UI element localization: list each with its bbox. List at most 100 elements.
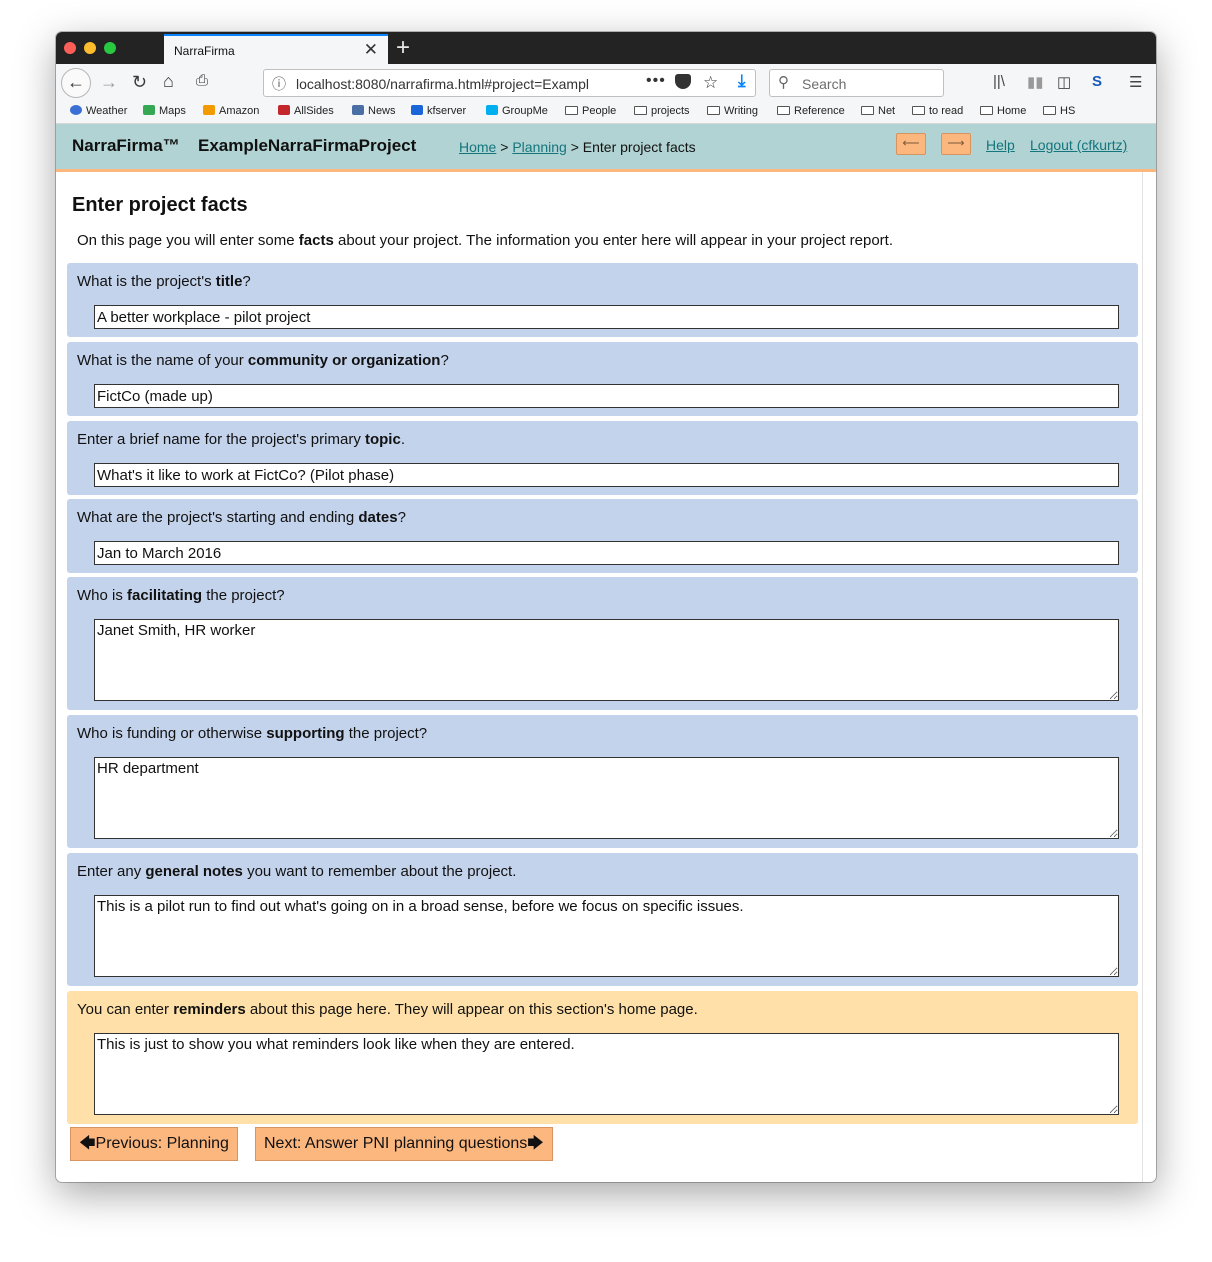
folder-icon: [707, 106, 720, 115]
bookmark-groupme[interactable]: GroupMe: [486, 105, 548, 117]
left-arrow-icon: ⟵: [902, 136, 920, 150]
search-bar[interactable]: ⚲ Search: [769, 69, 944, 97]
browser-tab[interactable]: NarraFirma ✕: [164, 34, 388, 64]
folder-icon: [634, 106, 647, 115]
bookmark-allsides[interactable]: AllSides: [278, 105, 334, 117]
main-content: Enter project facts On this page you wil…: [56, 172, 1156, 1182]
facilitator-textarea[interactable]: Janet Smith, HR worker: [94, 619, 1119, 701]
folder-icon: [861, 106, 874, 115]
close-tab-icon[interactable]: ✕: [364, 40, 378, 60]
right-arrow-icon: ⟶: [947, 136, 965, 150]
breadcrumb-separator: >: [570, 139, 579, 155]
page-title: Enter project facts: [72, 194, 248, 216]
bookmark-label: News: [368, 105, 396, 117]
question-label: Enter a brief name for the project's pri…: [77, 431, 405, 448]
bookmark-maps[interactable]: Maps: [143, 105, 186, 117]
folder-icon: [1043, 106, 1056, 115]
next-page-button[interactable]: ⟶: [941, 133, 971, 155]
bookmarks-bar: Weather Maps Amazon AllSides News kfserv…: [56, 102, 1156, 124]
back-button[interactable]: ←: [61, 68, 91, 98]
bookmark-folder-to-read[interactable]: to read: [912, 105, 963, 117]
extension-s-icon[interactable]: S: [1092, 73, 1102, 90]
print-button[interactable]: ⎙: [196, 72, 208, 89]
bookmark-label: HS: [1060, 105, 1076, 117]
bookmark-folder-home[interactable]: Home: [980, 105, 1026, 117]
bookmark-amazon[interactable]: Amazon: [203, 105, 259, 117]
forward-button[interactable]: →: [100, 72, 118, 93]
bookmark-kfserver[interactable]: kfserver: [411, 105, 466, 117]
bookmark-weather[interactable]: Weather: [70, 105, 127, 117]
question-label: What is the name of your community or or…: [77, 352, 449, 369]
reminders-textarea[interactable]: This is just to show you what reminders …: [94, 1033, 1119, 1115]
tab-title: NarraFirma: [174, 44, 235, 58]
previous-planning-button[interactable]: 🡄Previous: Planning: [70, 1127, 238, 1161]
home-button[interactable]: ⌂: [163, 71, 174, 92]
url-text[interactable]: localhost:8080/narrafirma.html#project=E…: [296, 76, 616, 92]
page-actions-icon[interactable]: •••: [646, 72, 666, 90]
content-edge: [1142, 172, 1143, 1182]
folder-icon: [912, 106, 925, 115]
kfserver-icon: [411, 105, 423, 115]
bookmark-label: to read: [929, 105, 964, 117]
breadcrumb-planning-link[interactable]: Planning: [512, 139, 567, 155]
button-label: Next: Answer PNI planning questions: [264, 1135, 528, 1152]
url-bar[interactable]: ⓘ localhost:8080/narrafirma.html#project…: [263, 69, 756, 97]
search-icon: ⚲: [778, 74, 789, 91]
topic-input[interactable]: [94, 463, 1119, 487]
reminders-box: You can enter reminders about this page …: [67, 991, 1138, 1124]
breadcrumb-home-link[interactable]: Home: [459, 139, 496, 155]
folder-icon: [980, 106, 993, 115]
bookmark-folder-net[interactable]: Net: [861, 105, 895, 117]
question-label: Who is facilitating the project?: [77, 587, 285, 604]
question-label: Who is funding or otherwise supporting t…: [77, 725, 428, 742]
help-link[interactable]: Help: [986, 137, 1015, 153]
question-supporter: Who is funding or otherwise supporting t…: [67, 715, 1138, 848]
bookmark-label: Net: [878, 105, 896, 117]
menu-icon[interactable]: ☰: [1129, 73, 1142, 91]
bookmark-star-icon[interactable]: ☆: [703, 73, 718, 93]
app-brand: NarraFirma™: [72, 136, 180, 155]
logout-link[interactable]: Logout (cfkurtz): [1030, 137, 1127, 153]
page-info-icon[interactable]: ⓘ: [272, 74, 286, 94]
new-tab-button[interactable]: +: [396, 34, 410, 62]
weather-icon: [70, 105, 82, 115]
bookmark-label: Maps: [159, 105, 186, 117]
previous-page-button[interactable]: ⟵: [896, 133, 926, 155]
bookmark-folder-writing[interactable]: Writing: [707, 105, 758, 117]
question-topic: Enter a brief name for the project's pri…: [67, 421, 1138, 495]
maximize-window-button[interactable]: [104, 42, 116, 54]
folder-icon: [777, 106, 790, 115]
sidebar-icon[interactable]: ◫: [1057, 73, 1071, 91]
bookmark-folder-hs[interactable]: HS: [1043, 105, 1075, 117]
bookmark-folder-reference[interactable]: Reference: [777, 105, 845, 117]
close-window-button[interactable]: [64, 42, 76, 54]
bookmark-label: projects: [651, 105, 690, 117]
bookmark-label: Weather: [86, 105, 128, 117]
bookmark-folder-projects[interactable]: projects: [634, 105, 690, 117]
bookmark-news[interactable]: News: [352, 105, 396, 117]
download-icon[interactable]: ⤓: [738, 71, 746, 91]
browser-window: NarraFirma ✕ + ← → ↻ ⌂ ⎙ ⓘ localhost:808…: [56, 32, 1156, 1182]
folder-icon: [565, 106, 578, 115]
question-general-notes: Enter any general notes you want to reme…: [67, 853, 1138, 986]
left-arrow-icon: 🡄: [79, 1135, 96, 1152]
dates-input[interactable]: [94, 541, 1119, 565]
minimize-window-button[interactable]: [84, 42, 96, 54]
bookmark-label: Home: [997, 105, 1027, 117]
tab-strip: NarraFirma ✕ +: [56, 32, 1156, 64]
reader-view-icon[interactable]: ▮▮: [1027, 73, 1044, 91]
project-title-input[interactable]: [94, 305, 1119, 329]
question-label: Enter any general notes you want to reme…: [77, 863, 517, 880]
pocket-icon[interactable]: [675, 74, 691, 89]
project-name: ExampleNarraFirmaProject: [198, 136, 417, 155]
organization-input[interactable]: [94, 384, 1119, 408]
question-label: What are the project's starting and endi…: [77, 509, 406, 526]
reload-button[interactable]: ↻: [132, 72, 147, 93]
next-pni-questions-button[interactable]: Next: Answer PNI planning questions🡆: [255, 1127, 553, 1161]
question-label: What is the project's title?: [77, 273, 251, 290]
bookmark-folder-people[interactable]: People: [565, 105, 616, 117]
general-notes-textarea[interactable]: This is a pilot run to find out what's g…: [94, 895, 1119, 977]
supporter-textarea[interactable]: HR department: [94, 757, 1119, 839]
library-icon[interactable]: ||\: [993, 73, 1005, 90]
question-dates: What are the project's starting and endi…: [67, 499, 1138, 573]
